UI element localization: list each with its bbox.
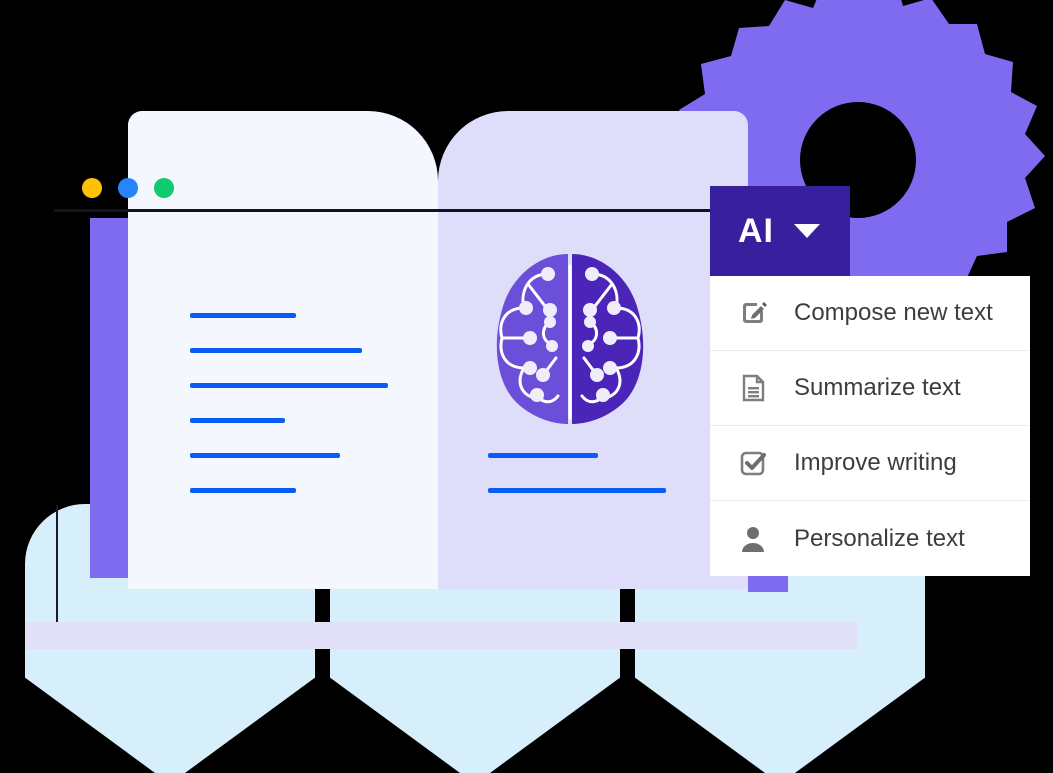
window-dot-yellow[interactable] bbox=[82, 178, 102, 198]
menu-item-improve-writing[interactable]: Improve writing bbox=[710, 426, 1030, 501]
checkbox-check-icon bbox=[738, 448, 768, 478]
window-dot-blue[interactable] bbox=[118, 178, 138, 198]
sidebar-strip bbox=[90, 218, 128, 578]
ai-dropdown-menu: Compose new text Summarize text Improve … bbox=[710, 276, 1030, 576]
document-line-left bbox=[190, 418, 285, 423]
ai-dropdown-button[interactable]: AI bbox=[710, 186, 850, 276]
document-line-left bbox=[190, 383, 388, 388]
menu-item-compose-new-text[interactable]: Compose new text bbox=[710, 276, 1030, 351]
document-line-left bbox=[190, 348, 362, 353]
document-line-right bbox=[488, 488, 666, 493]
document-line-left bbox=[190, 488, 296, 493]
document-line-right bbox=[488, 453, 598, 458]
menu-item-personalize-text[interactable]: Personalize text bbox=[710, 501, 1030, 576]
menu-item-label: Personalize text bbox=[794, 524, 965, 552]
ai-button-label: AI bbox=[738, 212, 774, 250]
document-line-left bbox=[190, 313, 296, 318]
menu-item-summarize-text[interactable]: Summarize text bbox=[710, 351, 1030, 426]
menu-item-label: Summarize text bbox=[794, 374, 961, 401]
document-icon bbox=[738, 373, 768, 403]
illustration-canvas: AI Compose new text Summarize text Impro… bbox=[0, 0, 1053, 773]
divider-line bbox=[56, 505, 58, 623]
menu-item-label: Improve writing bbox=[794, 449, 957, 476]
window-dot-green[interactable] bbox=[154, 178, 174, 198]
toolbar-divider bbox=[54, 209, 810, 212]
brain-icon bbox=[496, 254, 644, 424]
compose-pencil-icon bbox=[738, 298, 768, 328]
bottom-band bbox=[25, 622, 857, 649]
person-icon bbox=[738, 524, 768, 554]
chevron-down-icon bbox=[794, 224, 820, 238]
document-line-left bbox=[190, 453, 340, 458]
menu-item-label: Compose new text bbox=[794, 299, 993, 326]
